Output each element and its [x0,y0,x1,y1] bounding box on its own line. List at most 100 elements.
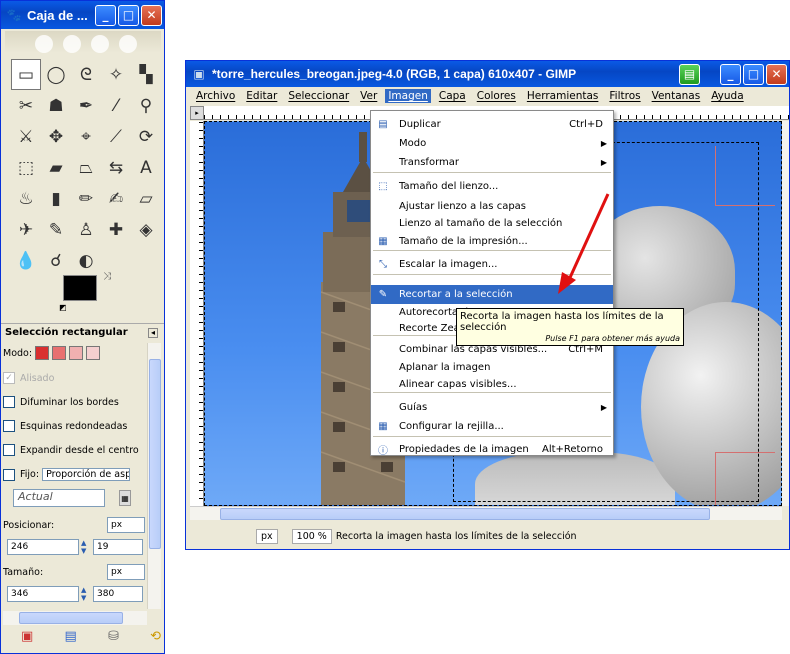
position-x-field[interactable]: 246 [7,539,79,555]
clone-icon[interactable]: ♙ [71,214,101,245]
blend-icon[interactable]: ▮ [41,183,71,214]
size-h-field[interactable]: 380 [93,586,143,602]
dodge-burn-icon[interactable]: ◐ [71,245,101,276]
mode-replace-button[interactable] [35,346,50,360]
rounded-checkbox[interactable] [3,420,15,432]
menu-ayuda[interactable]: Ayuda [711,90,743,102]
swap-colors-icon[interactable]: ⤨ [103,271,111,282]
smudge-icon[interactable]: ☌ [41,245,71,276]
size-w-field[interactable]: 346 [7,586,79,602]
ellipse-select-icon[interactable]: ◯ [41,59,71,90]
unit-select[interactable]: px [256,528,278,544]
save-options-icon[interactable]: ▣ [21,629,33,644]
size-w-spin-icon[interactable]: ▲ ▼ [81,586,89,602]
ink-icon[interactable]: ✎ [41,214,71,245]
restore-options-icon[interactable]: ▤ [64,629,76,644]
menu-editar[interactable]: Editar [246,90,277,102]
select-by-color-icon[interactable]: ▚ [131,59,161,90]
feather-option[interactable]: Difuminar los bordes [3,396,119,408]
menu-item-modo[interactable]: Modo ▶ [371,134,613,153]
antialias-checkbox[interactable]: ✓ [3,372,15,384]
canvas-vertical-scrollbar[interactable] [782,121,789,506]
canvas-horizontal-scrollbar[interactable] [190,506,782,520]
menu-ver[interactable]: Ver [360,90,377,102]
mode-subtract-button[interactable] [69,346,84,360]
menu-imagen[interactable]: Imagen [385,89,431,103]
scroll-thumb[interactable] [149,359,161,549]
align-icon[interactable]: ⌖ [71,121,101,152]
menu-seleccionar[interactable]: Seleccionar [288,90,349,102]
color-picker-icon[interactable]: ⁄ [101,90,131,121]
delete-options-icon[interactable]: ⛁ [108,629,119,644]
bucket-fill-icon[interactable]: ♨ [11,183,41,214]
options-horizontal-scrollbar[interactable] [3,611,147,625]
menu-colores[interactable]: Colores [477,90,516,102]
menu-herramientas[interactable]: Herramientas [527,90,599,102]
rotate-icon[interactable]: ⟳ [131,121,161,152]
reset-options-icon[interactable]: ⟲ [150,629,161,644]
menu-ventanas[interactable]: Ventanas [652,90,701,102]
scale-icon[interactable]: ⬚ [11,152,41,183]
menu-capa[interactable]: Capa [439,90,466,102]
foreground-select-icon[interactable]: ☗ [41,90,71,121]
menu-item-guías[interactable]: Guías ▶ [371,398,613,417]
mode-intersect-button[interactable] [86,346,101,360]
move-icon[interactable]: ✥ [41,121,71,152]
scroll-thumb[interactable] [220,508,710,520]
rect-select-icon[interactable]: ▭ [11,59,41,90]
menu-item-propiedades-de-la-imagen[interactable]: ⓘ Propiedades de la imagen Alt+Retorno [371,440,613,459]
menu-item-duplicar[interactable]: ▤ Duplicar Ctrl+D [371,115,613,134]
selection-handle-bottom-right[interactable] [715,452,775,505]
selection-handle-top-right[interactable] [715,146,775,206]
options-vertical-scrollbar[interactable] [147,343,161,609]
crop-icon[interactable]: ⟋ [101,121,131,152]
maximize-button[interactable]: □ [118,4,139,26]
tab-menu-icon[interactable]: ◂ [148,327,158,338]
menu-item-configurar-la-rejilla[interactable]: ▦ Configurar la rejilla... [371,417,613,436]
blur-icon[interactable]: 💧 [11,245,41,276]
free-select-icon[interactable]: ᘓ [71,59,101,90]
shear-icon[interactable]: ▰ [41,152,71,183]
perspective-clone-icon[interactable]: ◈ [131,214,161,245]
zoom-select[interactable]: 100 % [291,528,332,544]
scissors-icon[interactable]: ✂ [11,90,41,121]
scroll-thumb[interactable] [19,612,123,624]
paintbrush-icon[interactable]: ✍ [101,183,131,214]
paths-icon[interactable]: ✒ [71,90,101,121]
antialias-option[interactable]: ✓ Alisado [3,372,54,384]
minimize-button[interactable]: _ [720,63,741,85]
pencil-icon[interactable]: ✏ [71,183,101,214]
quick-mask-corner-button[interactable]: ▸ [190,106,204,120]
close-button[interactable]: ✕ [766,63,787,85]
menu-item-alinear-capas-visibles[interactable]: Alinear capas visibles... [371,375,613,394]
menu-filtros[interactable]: Filtros [609,90,640,102]
flip-icon[interactable]: ⇆ [101,152,131,183]
eraser-icon[interactable]: ▱ [131,183,161,214]
measure-icon[interactable]: ⚔ [11,121,41,152]
menu-item-transformar[interactable]: Transformar ▶ [371,153,613,172]
fuzzy-select-icon[interactable]: ✧ [101,59,131,90]
expand-center-option[interactable]: Expandir desde el centro [3,444,139,456]
perspective-icon[interactable]: ⏢ [71,152,101,183]
position-unit-select[interactable]: px [107,517,145,533]
aspect-toggle-icon[interactable]: ▦ [119,490,131,506]
size-unit-select[interactable]: px [107,564,145,580]
position-y-field[interactable]: 19 [93,539,143,555]
vertical-ruler[interactable] [190,121,204,515]
minimize-button[interactable]: _ [95,4,116,26]
fixed-checkbox[interactable] [3,468,15,481]
feather-checkbox[interactable] [3,396,15,408]
rounded-option[interactable]: Esquinas redondeadas [3,420,127,432]
aspect-current-field[interactable]: Actual [13,489,105,507]
maximize-button[interactable]: □ [743,63,764,85]
airbrush-icon[interactable]: ✈ [11,214,41,245]
close-button[interactable]: ✕ [141,4,162,26]
image-window-titlebar[interactable]: ▣ *torre_hercules_breogan.jpeg-4.0 (RGB,… [186,61,789,87]
text-icon[interactable]: A [131,152,161,183]
menu-archivo[interactable]: Archivo [196,90,235,102]
position-x-spin-icon[interactable]: ▲ ▼ [81,539,89,555]
zoom-icon[interactable]: ⚲ [131,90,161,121]
reset-colors-icon[interactable]: ◩ [59,303,67,312]
heal-icon[interactable]: ✚ [101,214,131,245]
mode-add-button[interactable] [52,346,67,360]
